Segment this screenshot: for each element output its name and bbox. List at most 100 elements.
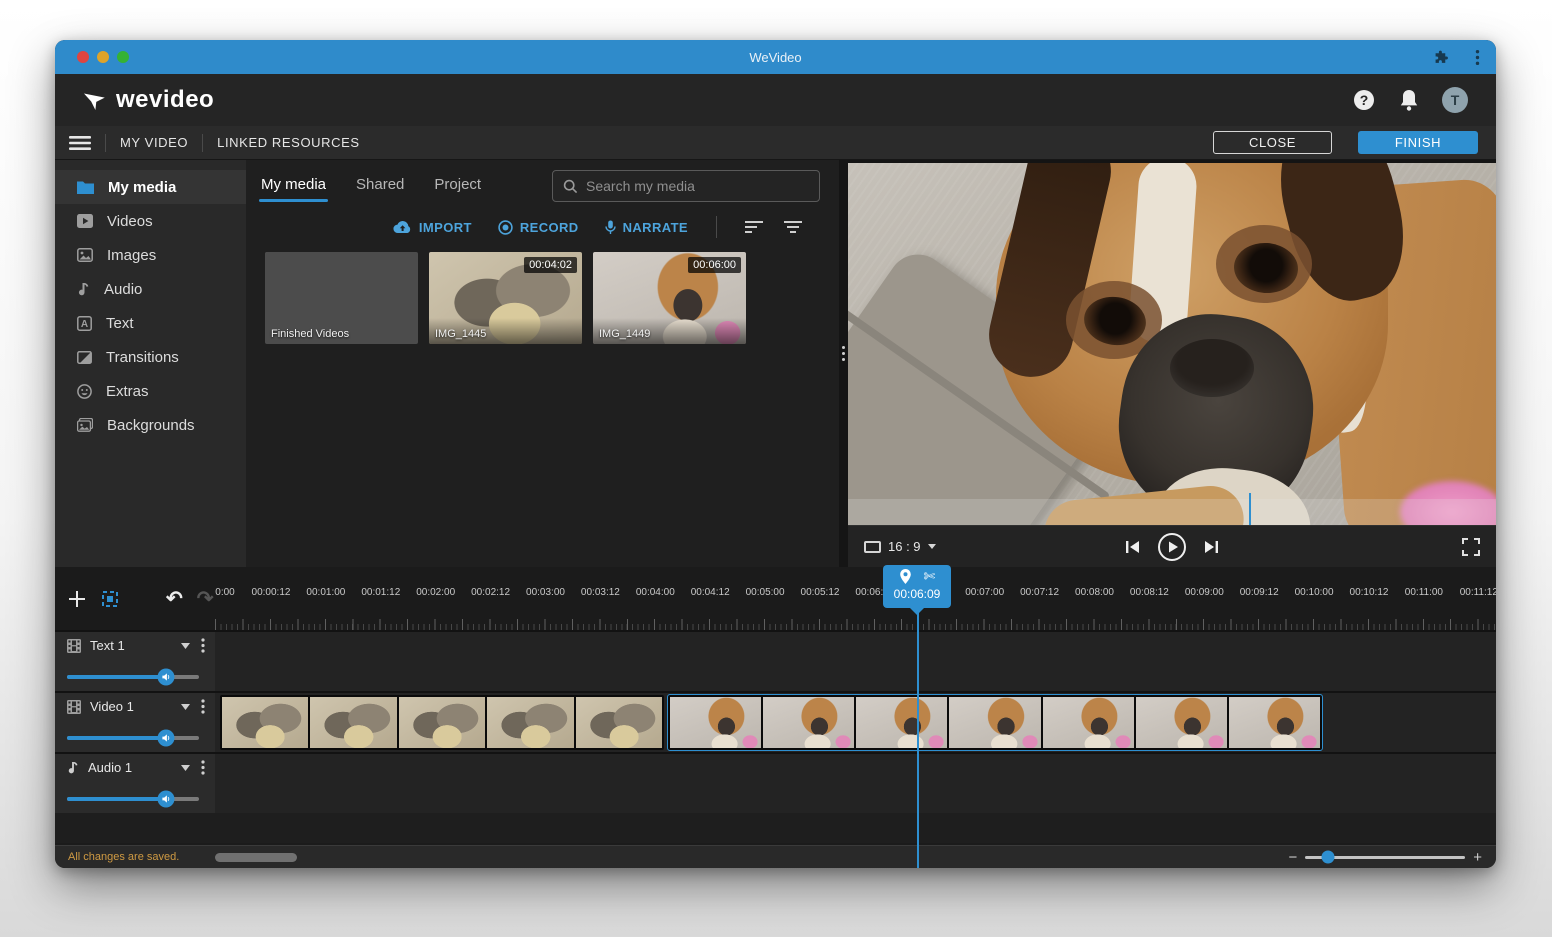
- sidebar-item-label: Text: [106, 315, 134, 332]
- ruler-timestamp: 0:00: [215, 587, 234, 598]
- previous-frame-button[interactable]: [1125, 540, 1141, 554]
- sidebar-item-my-media[interactable]: My media: [55, 170, 246, 204]
- track-row-audio-1: Audio 1: [55, 752, 1496, 813]
- nav-my-video[interactable]: MY VIDEO: [120, 135, 188, 150]
- zoom-in-button[interactable]: +: [1473, 850, 1482, 865]
- hamburger-menu-icon[interactable]: [69, 135, 91, 151]
- timeline-clip[interactable]: [668, 695, 1322, 750]
- sidebar-item-transitions[interactable]: Transitions: [55, 340, 246, 374]
- video-icon: [77, 214, 93, 228]
- horizontal-scrollbar[interactable]: [215, 853, 297, 862]
- chevron-down-icon[interactable]: [181, 765, 190, 771]
- title-bar: WeVideo: [55, 40, 1496, 74]
- preview-scrub-bar[interactable]: [848, 499, 1496, 525]
- track-menu-icon[interactable]: [201, 760, 205, 775]
- next-frame-button[interactable]: [1203, 540, 1219, 554]
- volume-slider[interactable]: [67, 675, 199, 679]
- wevideo-logo[interactable]: wevideo: [83, 86, 214, 114]
- volume-knob[interactable]: [158, 791, 175, 808]
- divider: [716, 216, 717, 238]
- track-body[interactable]: [215, 632, 1496, 691]
- clip-frame-thumbnail: [1136, 697, 1229, 748]
- track-body[interactable]: [215, 754, 1496, 813]
- media-item-finished-videos[interactable]: Finished Videos: [265, 252, 418, 344]
- sidebar-item-label: Extras: [106, 383, 149, 400]
- clip-frame-thumbnail: [399, 697, 487, 748]
- play-button[interactable]: [1157, 532, 1187, 562]
- track-row-text-1: Text 1: [55, 630, 1496, 691]
- zoom-slider-knob[interactable]: [1321, 851, 1334, 864]
- sidebar-item-videos[interactable]: Videos: [55, 204, 246, 238]
- zoom-out-button[interactable]: −: [1288, 850, 1297, 865]
- panel-resize-handle-icon[interactable]: [839, 336, 847, 370]
- divider: [105, 134, 106, 152]
- volume-slider[interactable]: [67, 736, 199, 740]
- ruler-timestamp: 00:10:00: [1295, 587, 1334, 598]
- sidebar-item-text[interactable]: A Text: [55, 306, 246, 340]
- finish-button[interactable]: FINISH: [1358, 131, 1478, 154]
- add-track-button[interactable]: [68, 590, 86, 608]
- zoom-slider[interactable]: [1305, 856, 1465, 859]
- aspect-ratio-dropdown[interactable]: 16 : 9: [864, 539, 936, 554]
- browser-menu-icon[interactable]: [1475, 49, 1480, 66]
- video-preview[interactable]: [848, 163, 1496, 525]
- fullscreen-button[interactable]: [1462, 538, 1480, 556]
- media-item-img_1445[interactable]: 00:04:02 IMG_1445: [429, 252, 582, 344]
- help-icon[interactable]: ?: [1352, 88, 1376, 112]
- sidebar-item-label: Images: [107, 247, 156, 264]
- track-header[interactable]: Video 1: [55, 693, 215, 752]
- record-button[interactable]: RECORD: [498, 220, 579, 235]
- track-body[interactable]: [215, 693, 1496, 752]
- chevron-down-icon[interactable]: [181, 704, 190, 710]
- sort-icon[interactable]: [745, 221, 764, 234]
- playhead-line[interactable]: [917, 608, 919, 868]
- media-item-img_1449[interactable]: 00:06:00 IMG_1449: [593, 252, 746, 344]
- main-content: My media Videos Images Audio A Text Tran…: [55, 160, 1496, 567]
- add-marker-icon[interactable]: [899, 569, 912, 584]
- sidebar-item-audio[interactable]: Audio: [55, 272, 246, 306]
- tab-project[interactable]: Project: [434, 176, 481, 202]
- notifications-bell-icon[interactable]: [1398, 88, 1420, 112]
- volume-knob[interactable]: [158, 730, 175, 747]
- volume-knob[interactable]: [158, 669, 175, 686]
- track-header[interactable]: Audio 1: [55, 754, 215, 813]
- track-header[interactable]: Text 1: [55, 632, 215, 691]
- split-clip-icon[interactable]: ✄: [923, 568, 935, 585]
- narrate-button[interactable]: NARRATE: [605, 220, 688, 235]
- sidebar-item-label: My media: [108, 179, 176, 196]
- chevron-down-icon[interactable]: [181, 643, 190, 649]
- volume-slider[interactable]: [67, 797, 199, 801]
- audio-icon: [77, 282, 90, 297]
- sidebar-item-label: Backgrounds: [107, 417, 195, 434]
- sidebar-item-images[interactable]: Images: [55, 238, 246, 272]
- timeline-tracks: Text 1 Video 1: [55, 630, 1496, 813]
- ruler-timestamp: 00:08:12: [1130, 587, 1169, 598]
- sidebar-item-extras[interactable]: Extras: [55, 374, 246, 408]
- timeline-empty-area: [55, 813, 1496, 843]
- search-input[interactable]: [586, 178, 809, 194]
- playhead-tooltip[interactable]: ✄ 00:06:09: [883, 565, 951, 608]
- preview-playhead[interactable]: [1249, 493, 1251, 525]
- close-button[interactable]: CLOSE: [1213, 131, 1332, 154]
- redo-button[interactable]: ↷: [197, 589, 214, 609]
- avatar[interactable]: T: [1442, 87, 1468, 113]
- track-menu-icon[interactable]: [201, 638, 205, 653]
- undo-button[interactable]: ↶: [166, 589, 183, 609]
- sidebar-item-backgrounds[interactable]: Backgrounds: [55, 408, 246, 442]
- timeline-ruler[interactable]: 0:0000:00:1200:01:0000:01:1200:02:0000:0…: [215, 567, 1496, 630]
- track-menu-icon[interactable]: [201, 699, 205, 714]
- import-button[interactable]: IMPORT: [393, 220, 472, 235]
- ruler-timestamp: 00:05:00: [746, 587, 785, 598]
- timeline-clip[interactable]: [220, 695, 664, 750]
- ruler-timestamp: 00:11:12: [1460, 587, 1496, 598]
- tab-shared[interactable]: Shared: [356, 176, 404, 202]
- track-name: Audio 1: [88, 760, 132, 775]
- ruler-timestamp: 00:01:00: [306, 587, 345, 598]
- filter-icon[interactable]: [784, 221, 803, 234]
- frame-tool-button[interactable]: [100, 589, 120, 609]
- nav-linked-resources[interactable]: LINKED RESOURCES: [217, 135, 360, 150]
- tab-my-media[interactable]: My media: [261, 176, 326, 202]
- ruler-timestamp: 00:07:00: [965, 587, 1004, 598]
- extension-puzzle-icon[interactable]: [1434, 49, 1451, 66]
- clip-frame-thumbnail: [576, 697, 662, 748]
